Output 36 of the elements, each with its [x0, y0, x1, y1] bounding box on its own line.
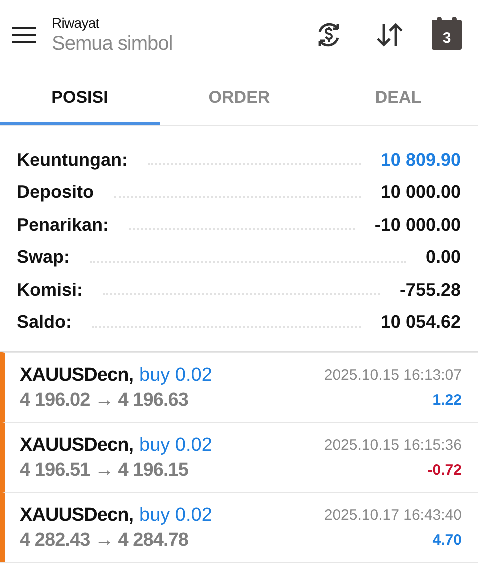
- profit: -0.72: [428, 460, 462, 480]
- symbol: XAUUSDecn,: [20, 434, 134, 458]
- trade-side: buy 0.02: [140, 364, 212, 388]
- summary-value: 10 809.90: [380, 148, 461, 172]
- summary-value: 0.00: [426, 246, 461, 270]
- trade-side: buy 0.02: [140, 504, 212, 528]
- price-range: 4 196.02 → 4 196.63: [20, 388, 190, 412]
- summary-value: -10 000.00: [374, 214, 461, 237]
- trade-time: 2025.10.15 16:15:36: [324, 436, 462, 456]
- screen-title: Riwayat: [52, 14, 100, 32]
- summary-value: -755.28: [400, 278, 461, 302]
- summary-value: 10 054.62: [380, 311, 461, 334]
- profit: 1.22: [432, 390, 462, 410]
- summary-label: Swap:: [17, 246, 70, 270]
- trade-time: 2025.10.15 16:13:07: [324, 366, 462, 386]
- summary-label: Keuntungan:: [17, 148, 128, 172]
- tab[interactable]: POSISI: [0, 70, 160, 125]
- sort-icon[interactable]: [376, 22, 404, 48]
- price-range: 4 196.51 → 4 196.15: [20, 458, 190, 482]
- summary-label: Penarikan:: [17, 214, 110, 237]
- summary-label: Komisi:: [17, 278, 84, 302]
- symbol-filter[interactable]: Semua simbol: [52, 32, 306, 56]
- trade-side: buy 0.02: [140, 434, 212, 458]
- price-range: 4 282.43 → 4 284.78: [20, 528, 190, 552]
- symbol: XAUUSDecn,: [20, 364, 134, 388]
- calendar-button[interactable]: 3: [432, 20, 462, 50]
- symbol: XAUUSDecn,: [20, 504, 134, 528]
- position-row[interactable]: XAUUSDecn, buy 0.02 4 196.51 → 4 196.15 2025.10.15 16:15:36 -0.72: [0, 422, 478, 492]
- position-row[interactable]: XAUUSDecn, buy 0.02 4 196.02 → 4 196.63 2025.10.15 16:13:07 1.22: [0, 352, 478, 422]
- summary-value: 10 000.00: [380, 181, 461, 204]
- summary-label: Saldo:: [17, 311, 72, 334]
- trade-time: 2025.10.17 16:43:40: [324, 506, 462, 526]
- position-row[interactable]: XAUUSDecn, buy 0.02 4 282.43 → 4 284.78 2025.10.17 16:43:40 4.70: [0, 492, 478, 562]
- profit: 4.70: [432, 530, 462, 550]
- summary-label: Deposito: [17, 181, 94, 204]
- menu-icon[interactable]: [12, 26, 36, 44]
